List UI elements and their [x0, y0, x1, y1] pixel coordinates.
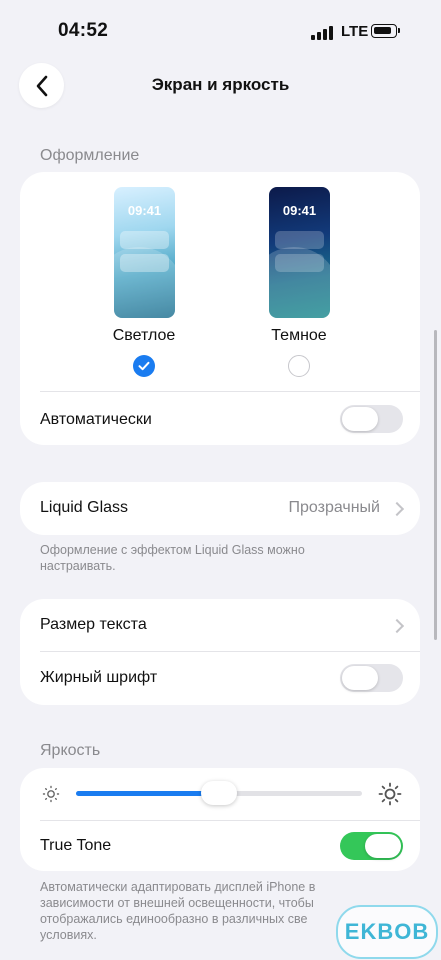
text-size-row[interactable]: Размер текста — [20, 599, 420, 651]
light-mode-preview[interactable]: 09:41 — [114, 187, 175, 318]
brightness-slider-fill — [76, 791, 219, 796]
liquid-glass-label: Liquid Glass — [40, 499, 129, 516]
dark-mode-preview[interactable]: 09:41 — [269, 187, 330, 318]
divider — [40, 820, 420, 821]
auto-appearance-toggle[interactable] — [340, 405, 403, 433]
status-time: 04:52 — [58, 20, 109, 41]
battery-icon — [371, 24, 400, 38]
text-settings-card: Размер текста Жирный шрифт — [20, 599, 420, 705]
true-tone-toggle[interactable] — [340, 832, 403, 860]
brightness-high-icon — [378, 782, 402, 806]
brightness-slider[interactable] — [76, 781, 362, 805]
dark-mode-label: Темное — [271, 327, 327, 344]
brightness-card: True Tone — [20, 768, 420, 871]
brightness-low-icon — [42, 785, 60, 803]
bold-text-label: Жирный шрифт — [40, 669, 158, 686]
appearance-header: Оформление — [40, 147, 140, 164]
auto-appearance-label: Автоматически — [40, 411, 152, 428]
scrollbar[interactable] — [434, 330, 437, 640]
appearance-card: 09:41 09:41 Светлое Темное Автоматически — [20, 172, 420, 445]
checkmark-icon — [138, 361, 150, 371]
true-tone-footnote: Автоматически адаптировать дисплей iPhon… — [40, 880, 316, 942]
chevron-right-icon — [389, 501, 405, 517]
page-title: Экран и яркость — [151, 75, 290, 94]
cellular-signal-icon — [311, 26, 333, 40]
liquid-glass-value: Прозрачный — [288, 499, 380, 516]
preview-time: 09:41 — [127, 203, 162, 218]
watermark-logo: EKBOB — [336, 905, 438, 959]
divider — [40, 391, 420, 392]
bold-text-toggle[interactable] — [340, 664, 403, 692]
liquid-glass-footnote: Оформление с эффектом Liquid Glass можно… — [40, 543, 305, 573]
dark-mode-radio[interactable] — [288, 355, 310, 377]
light-mode-label: Светлое — [112, 327, 176, 344]
light-mode-radio[interactable] — [133, 355, 155, 377]
liquid-glass-row[interactable]: Liquid Glass Прозрачный — [20, 482, 420, 535]
network-type: LTE — [341, 23, 369, 40]
preview-time: 09:41 — [282, 203, 317, 218]
brightness-header: Яркость — [40, 742, 101, 759]
chevron-right-icon — [389, 618, 405, 634]
brightness-slider-thumb[interactable] — [201, 781, 237, 805]
text-size-label: Размер текста — [40, 616, 147, 633]
divider — [40, 651, 420, 652]
true-tone-label: True Tone — [40, 837, 112, 854]
